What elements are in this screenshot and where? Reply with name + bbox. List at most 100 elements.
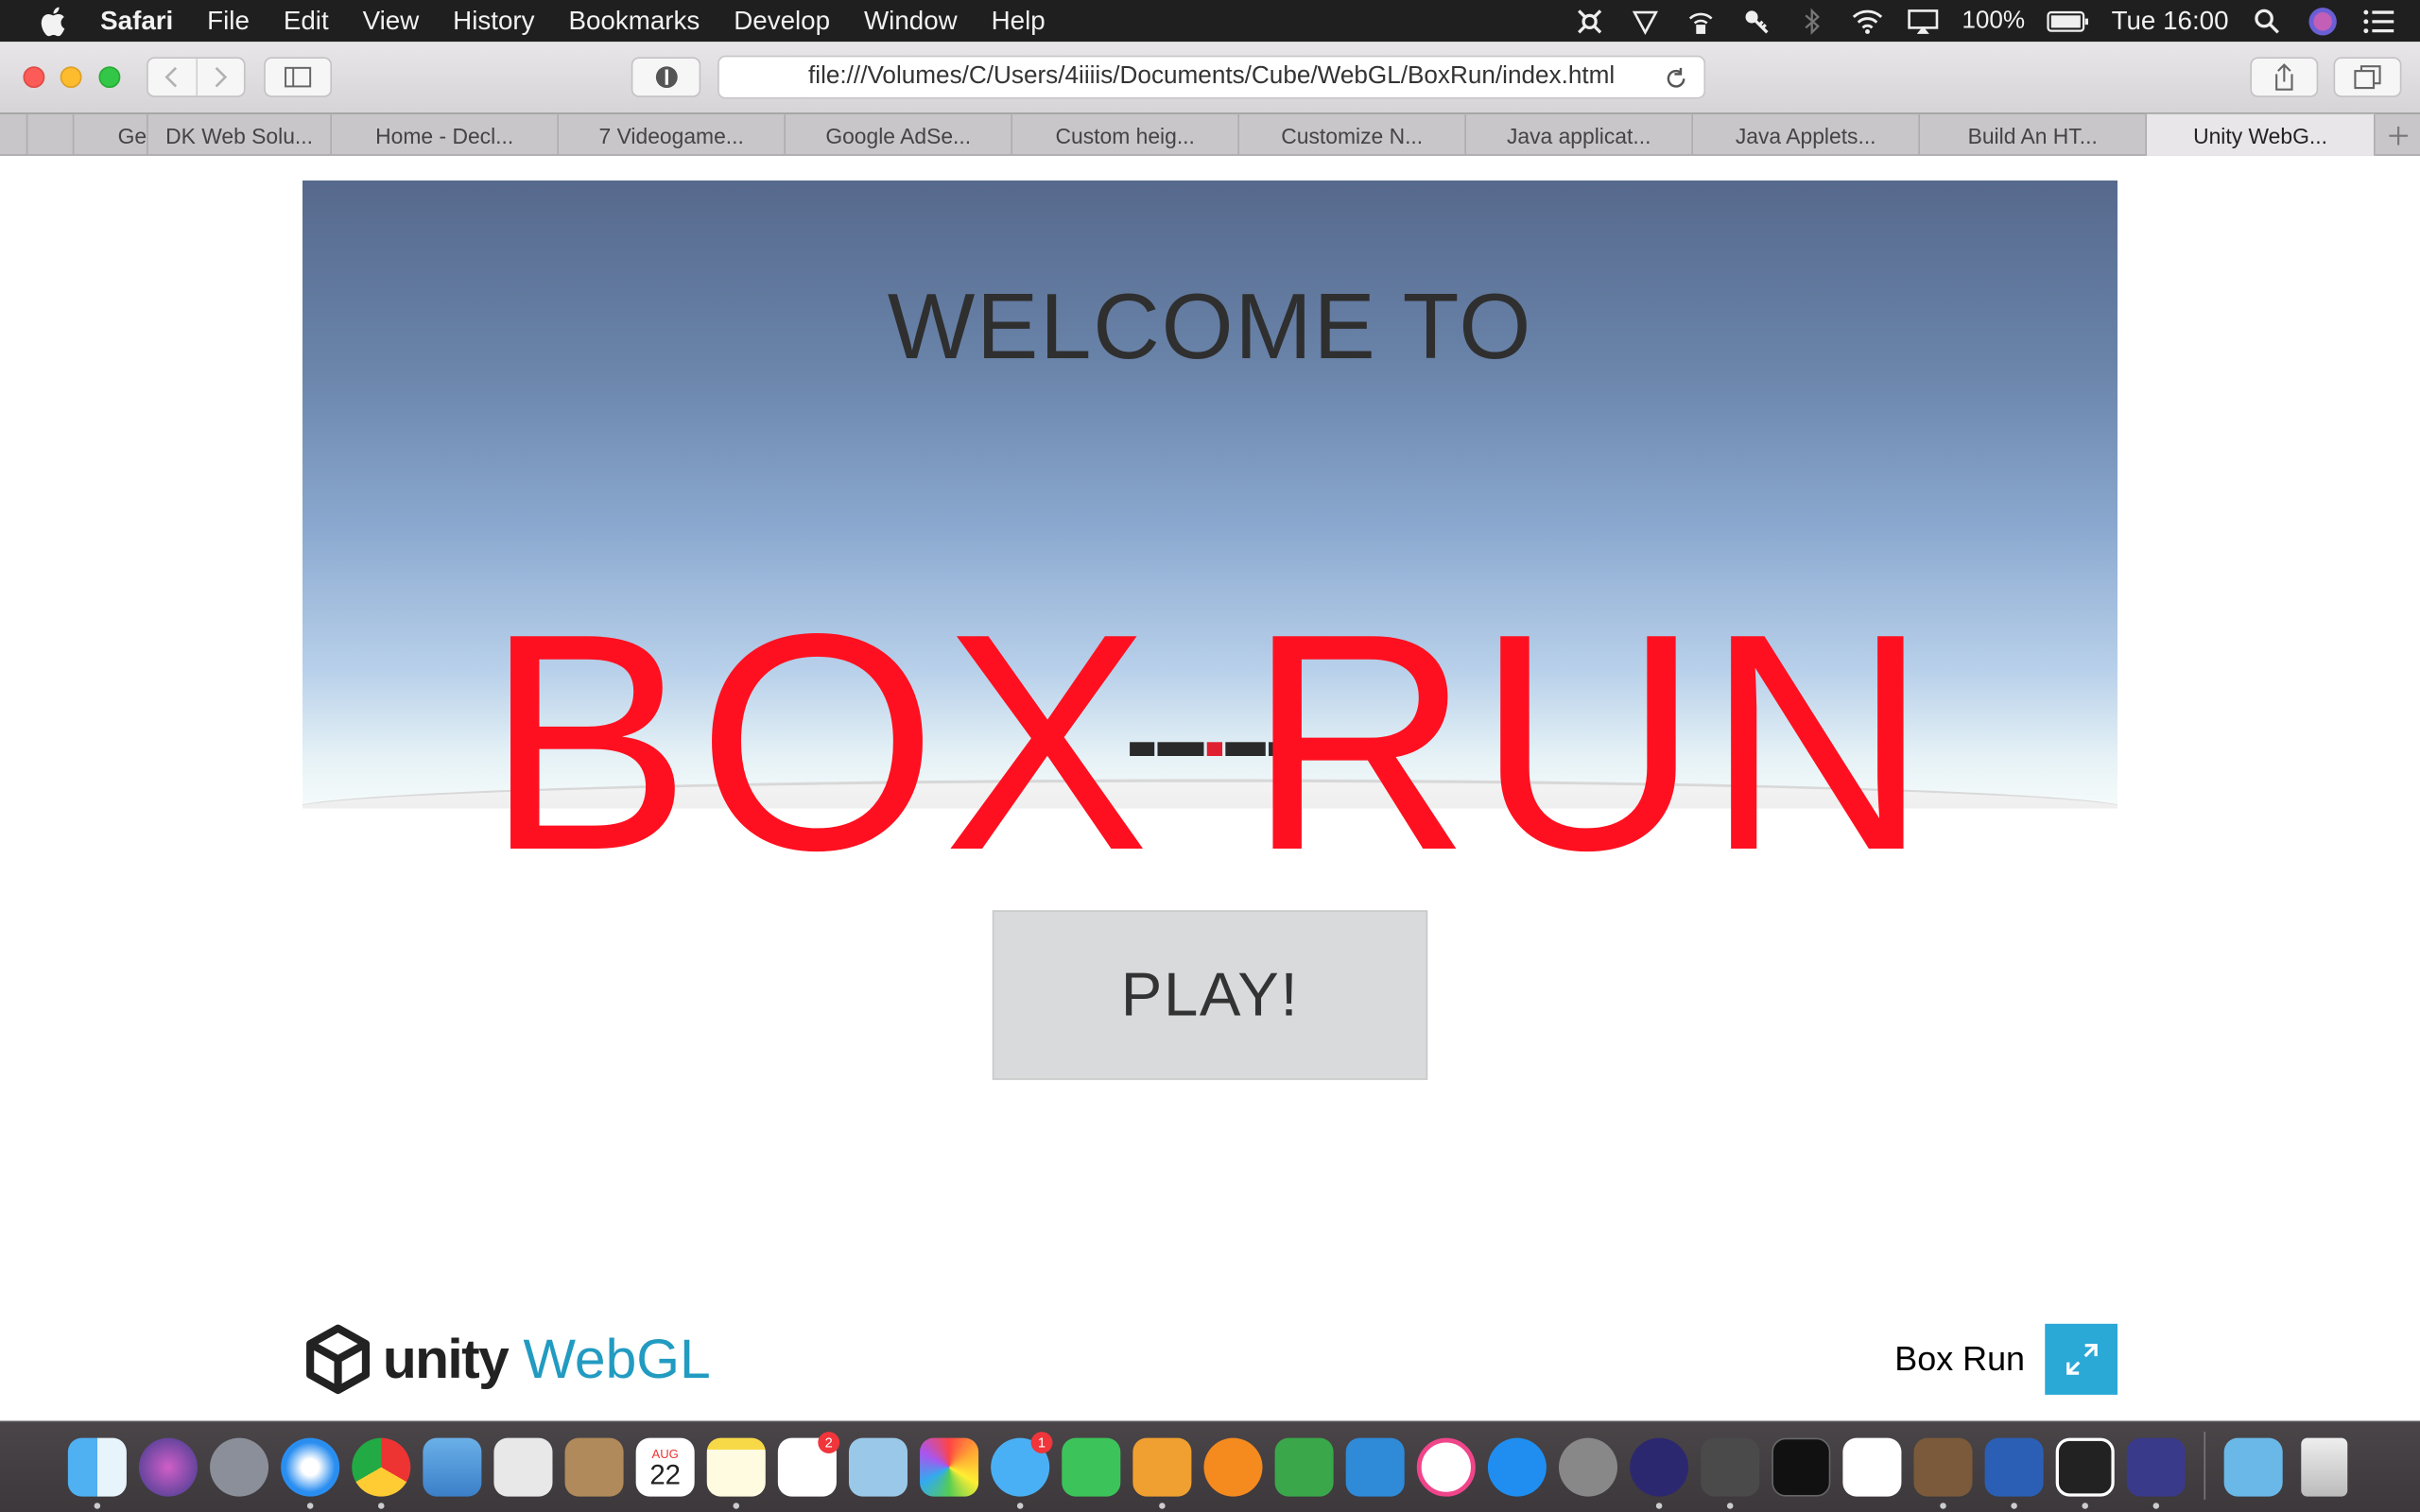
chrome-icon[interactable]: [346, 1432, 417, 1509]
texshop-icon[interactable]: [2120, 1432, 2191, 1509]
photos-icon[interactable]: [914, 1432, 985, 1503]
battery-icon[interactable]: [2047, 7, 2090, 34]
notification-center-icon[interactable]: [2361, 7, 2395, 34]
address-bar[interactable]: file:///Volumes/C/Users/4iiiis/Documents…: [717, 55, 1706, 99]
preview-icon[interactable]: [842, 1432, 913, 1503]
reload-button[interactable]: [1661, 63, 1692, 94]
apple-menu-icon[interactable]: [36, 4, 70, 38]
textedit-icon[interactable]: [488, 1432, 559, 1503]
share-icon: [2275, 63, 2293, 91]
webgl-wordmark: WebGL: [523, 1327, 711, 1391]
facetime-icon[interactable]: [1056, 1432, 1127, 1503]
forward-button[interactable]: [195, 59, 244, 96]
app-store-icon[interactable]: [1481, 1432, 1552, 1503]
tab-home-decl[interactable]: Home - Decl...: [332, 113, 560, 156]
chevron-right-icon: [215, 66, 227, 88]
tab-empty[interactable]: [0, 113, 28, 156]
location-arrow-icon[interactable]: [1629, 7, 1663, 35]
tab-custom-height[interactable]: Custom heig...: [1012, 113, 1240, 156]
contacts-icon[interactable]: [559, 1432, 630, 1503]
key-icon[interactable]: [1739, 7, 1773, 34]
sidebar-toggle-button[interactable]: [264, 57, 333, 97]
keynote-icon[interactable]: [1340, 1432, 1410, 1503]
trash-icon[interactable]: [2289, 1432, 2360, 1503]
dock-separator: [2204, 1432, 2206, 1500]
mail-icon[interactable]: [417, 1432, 488, 1503]
welcome-heading: WELCOME TO: [887, 274, 1533, 378]
close-window-button[interactable]: [23, 66, 45, 89]
webgl-footer: unity WebGL Box Run: [302, 1323, 2118, 1395]
calendar-month: AUG: [651, 1446, 679, 1461]
menu-history[interactable]: History: [453, 6, 534, 37]
reminders-icon[interactable]: 2: [771, 1432, 842, 1503]
chevron-left-icon: [164, 66, 178, 88]
tab-build-html[interactable]: Build An HT...: [1920, 113, 2148, 156]
show-tabs-button[interactable]: [2333, 57, 2402, 97]
menu-bar: Safari File Edit View History Bookmarks …: [0, 0, 2420, 43]
menu-help[interactable]: Help: [992, 6, 1046, 37]
bluetooth-icon[interactable]: [1795, 7, 1829, 35]
menu-bookmarks[interactable]: Bookmarks: [568, 6, 700, 37]
tab-videogame[interactable]: 7 Videogame...: [559, 113, 786, 156]
back-button[interactable]: [148, 59, 196, 95]
menu-file[interactable]: File: [207, 6, 250, 37]
garageband-icon[interactable]: [1908, 1432, 1979, 1509]
system-preferences-icon[interactable]: [1552, 1432, 1623, 1503]
ibooks-icon[interactable]: [1198, 1432, 1269, 1503]
privacy-shield-button[interactable]: [631, 57, 701, 97]
menu-edit[interactable]: Edit: [284, 6, 329, 37]
url-text: file:///Volumes/C/Users/4iiiis/Documents…: [808, 62, 1616, 90]
terminal-icon[interactable]: [1766, 1432, 1837, 1503]
safari-icon[interactable]: [275, 1432, 346, 1509]
downloads-folder-icon[interactable]: [2218, 1432, 2289, 1503]
wifi-icon[interactable]: [1851, 7, 1885, 34]
siri-dock-icon[interactable]: [132, 1432, 203, 1503]
menu-develop[interactable]: Develop: [734, 6, 830, 37]
unity-cube-icon: [306, 1324, 371, 1395]
sublime-text-icon[interactable]: [1695, 1432, 1766, 1509]
fullscreen-expand-icon: [2066, 1344, 2097, 1375]
clock[interactable]: Tue 16:00: [2112, 6, 2229, 37]
airplay-icon[interactable]: [1907, 7, 1941, 34]
dock: AUG 22 2 1: [0, 1420, 2420, 1512]
tab-ge[interactable]: Ge: [74, 113, 148, 156]
reminders-badge: 2: [818, 1432, 840, 1453]
itunes-icon[interactable]: [1410, 1432, 1481, 1503]
zoom-window-button[interactable]: [98, 66, 121, 89]
word-icon[interactable]: [1979, 1432, 2049, 1509]
siri-icon[interactable]: [2306, 7, 2340, 35]
tab-customize[interactable]: Customize N...: [1239, 113, 1467, 156]
tab-java-application[interactable]: Java applicat...: [1466, 113, 1694, 156]
play-button[interactable]: PLAY!: [992, 910, 1428, 1080]
tab-java-applets[interactable]: Java Applets...: [1693, 113, 1921, 156]
menu-window[interactable]: Window: [864, 6, 958, 37]
spotlight-search-icon[interactable]: [2250, 7, 2284, 34]
fullscreen-button[interactable]: [2045, 1323, 2118, 1395]
tab-unity-webgl[interactable]: Unity WebG...: [2147, 113, 2376, 156]
unity-game-canvas[interactable]: WELCOME TO BOX RUN PLAY!: [302, 180, 2118, 1080]
status-area: 100% Tue 16:00: [1573, 0, 2420, 42]
virus-scanner-icon[interactable]: [1573, 7, 1607, 34]
launchpad-icon[interactable]: [204, 1432, 275, 1503]
slack-icon[interactable]: [1837, 1432, 1908, 1503]
plus-icon: [2388, 126, 2408, 145]
tab-pinned[interactable]: [27, 113, 75, 156]
minimize-window-button[interactable]: [60, 66, 82, 89]
finder-icon[interactable]: [61, 1432, 132, 1509]
unity-webgl-logo: unity WebGL: [302, 1324, 711, 1395]
tab-google-adsense[interactable]: Google AdSe...: [786, 113, 1013, 156]
menu-app-safari[interactable]: Safari: [100, 6, 173, 37]
share-button[interactable]: [2250, 57, 2319, 97]
new-tab-button[interactable]: [2376, 114, 2420, 156]
notes-icon[interactable]: [700, 1432, 771, 1509]
menu-view[interactable]: View: [363, 6, 420, 37]
messages-icon[interactable]: 1: [985, 1432, 1056, 1509]
wifi-lock-icon[interactable]: [1684, 7, 1718, 34]
pages-icon[interactable]: [1127, 1432, 1198, 1509]
inbox-icon[interactable]: [2049, 1432, 2120, 1509]
calendar-icon[interactable]: AUG 22: [630, 1432, 700, 1503]
tab-bar: Ge DK Web Solu... Home - Decl... 7 Video…: [0, 113, 2420, 156]
tab-dk-web[interactable]: DK Web Solu...: [148, 113, 333, 156]
eclipse-icon[interactable]: [1624, 1432, 1695, 1509]
numbers-icon[interactable]: [1269, 1432, 1340, 1503]
